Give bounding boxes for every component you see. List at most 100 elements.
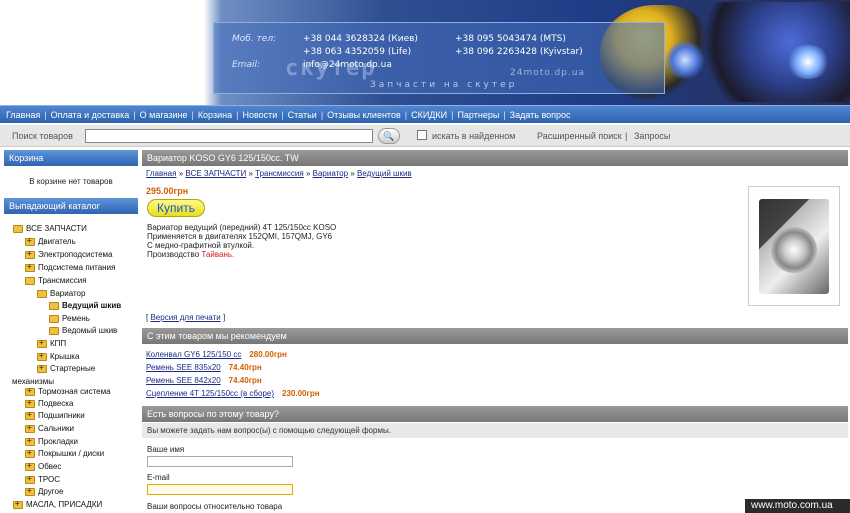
tree-item-seals[interactable]: Сальники [25, 423, 74, 433]
catalog-header: Выпадающий каталог [4, 198, 138, 214]
nav-home[interactable]: Главная [6, 110, 40, 120]
nav-news[interactable]: Новости [242, 110, 277, 120]
phone-label: Моб. тел: [232, 34, 277, 44]
tree-item-variator[interactable]: Вариатор [37, 289, 85, 298]
product-desc-line: С медно-графитной втулкой. [147, 241, 255, 250]
site-tagline: Запчасти на скутер [370, 80, 518, 90]
headlight-glow [665, 40, 705, 80]
site-logo[interactable]: скутер [285, 56, 376, 81]
rec-item: Сцепление 4T 125/150cc (в сборе) 230.00гр… [146, 389, 320, 398]
folder-icon [13, 224, 23, 233]
folder-plus-icon [25, 410, 35, 420]
crumb-transmission[interactable]: Трансмиссия [255, 169, 304, 178]
rec-item-price: 280.00грн [249, 350, 287, 359]
search-icon[interactable]: 🔍 [378, 128, 400, 144]
tree-item-gaskets[interactable]: Прокладки [25, 436, 78, 446]
print-version-link[interactable]: Версия для печати [150, 313, 220, 322]
crumb-variator[interactable]: Вариатор [313, 169, 348, 178]
search-in-found-checkbox[interactable] [417, 130, 427, 140]
rec-item: Коленвал GY6 125/150 cc 280.00грн [146, 350, 287, 359]
folder-plus-icon [25, 486, 35, 496]
search-input[interactable] [85, 129, 373, 143]
tree-item-driven-pulley[interactable]: Ведомый шкив [49, 326, 117, 335]
product-desc-line: Вариатор ведущий (передний) 4T 125/150cc… [147, 223, 337, 232]
tree-item-electrical[interactable]: Электроподсистема [25, 249, 112, 259]
folder-plus-icon [13, 499, 23, 509]
tree-item-starter[interactable]: Стартерные [37, 363, 95, 373]
nav-payment-delivery[interactable]: Оплата и доставка [51, 110, 130, 120]
phone-kiev: +38 044 3628324 (Киев) [303, 34, 418, 44]
tree-item-brakes[interactable]: Тормозная система [25, 386, 111, 396]
cart-header: Корзина [4, 150, 138, 166]
rec-item-price: 74.40грн [228, 376, 262, 385]
email-field-label: E-mail [147, 473, 170, 482]
nav-ask-question[interactable]: Задать вопрос [510, 110, 571, 120]
folder-icon [49, 326, 59, 335]
folder-plus-icon [25, 436, 35, 446]
rec-item-link[interactable]: Коленвал GY6 125/150 cc [146, 350, 241, 359]
search-separator: | [625, 131, 628, 141]
crumb-all-parts[interactable]: ВСЕ ЗАПЧАСТИ [185, 169, 246, 178]
headlight-glow [785, 45, 831, 79]
tree-item-other[interactable]: Другое [25, 486, 63, 496]
header-banner: Моб. тел: Email: +38 044 3628324 (Киев) … [0, 0, 850, 105]
nav-about[interactable]: О магазине [140, 110, 188, 120]
tree-item-all-parts[interactable]: ВСЕ ЗАПЧАСТИ [13, 224, 87, 233]
rec-item-link[interactable]: Ремень SEE 835x20 [146, 363, 221, 372]
recommend-header: С этим товаром мы рекомендуем [142, 328, 848, 344]
print-version: [ Версия для печати ] [146, 313, 226, 322]
tree-item-belt[interactable]: Ремень [49, 314, 90, 323]
crumb-home[interactable]: Главная [146, 169, 176, 178]
product-desc-line: Применяется в двигателях 152QMI, 157QMJ,… [147, 232, 333, 241]
queries-link[interactable]: Запросы [634, 131, 670, 141]
tree-item-fuel-system[interactable]: Подсистема питания [25, 262, 115, 272]
product-origin: Производство Тайвань. [147, 250, 235, 259]
nav-partners[interactable]: Партнеры [457, 110, 499, 120]
rec-item-link[interactable]: Ремень SEE 842x20 [146, 376, 221, 385]
rec-item: Ремень SEE 842x20 74.40грн [146, 376, 262, 385]
name-input[interactable] [147, 456, 293, 467]
buy-button[interactable]: Купить [147, 199, 205, 217]
rec-item-link[interactable]: Сцепление 4T 125/150cc (в сборе) [146, 389, 274, 398]
tree-item-cable[interactable]: ТРОС [25, 474, 60, 484]
question-header: Есть вопросы по этому товару? [142, 406, 848, 422]
nav-discounts[interactable]: СКИДКИ [411, 110, 447, 120]
phone-mts: +38 095 5043474 (MTS) [455, 34, 566, 44]
watermark: www.moto.com.ua [745, 499, 850, 513]
tree-item-body-kit[interactable]: Обвес [25, 461, 61, 471]
breadcrumb: Главная » ВСЕ ЗАПЧАСТИ » Трансмиссия » В… [146, 169, 412, 178]
tree-item-gearbox[interactable]: КПП [37, 338, 66, 348]
tree-item-transmission[interactable]: Трансмиссия [25, 276, 87, 285]
tree-item-drive-pulley[interactable]: Ведущий шкив [49, 301, 121, 310]
nav-articles[interactable]: Статьи [288, 110, 317, 120]
crumb-drive-pulley[interactable]: Ведущий шкив [357, 169, 412, 178]
tree-item-tires[interactable]: Покрышки / диски [25, 448, 104, 458]
folder-plus-icon [25, 249, 35, 259]
name-label: Ваше имя [147, 445, 185, 454]
search-in-found-label: искать в найденном [432, 131, 516, 141]
tree-item-cover[interactable]: Крышка [37, 351, 79, 361]
folder-plus-icon [25, 461, 35, 471]
email-field[interactable] [147, 484, 293, 495]
advanced-search-link[interactable]: Расширенный поиск [537, 131, 622, 141]
product-price: 295.00грн [146, 186, 189, 196]
tree-item-starter-continued[interactable]: механизмы [12, 377, 54, 386]
site-url-text: 24moto.dp.ua [510, 68, 585, 78]
nav-reviews[interactable]: Отзывы клиентов [327, 110, 401, 120]
nav-cart[interactable]: Корзина [198, 110, 232, 120]
tree-item-bearings[interactable]: Подшипники [25, 410, 85, 420]
question-label: Ваши вопросы относительно товара [147, 502, 283, 511]
main-nav: Главная | Оплата и доставка | О магазине | … [0, 105, 850, 123]
product-image[interactable] [748, 186, 840, 306]
tree-item-engine[interactable]: Двигатель [25, 236, 76, 246]
rec-item-price: 74.40грн [228, 363, 262, 372]
folder-plus-icon [25, 448, 35, 458]
folder-plus-icon [37, 338, 47, 348]
folder-plus-icon [25, 398, 35, 408]
search-label: Поиск товаров [12, 131, 73, 141]
tree-item-suspension[interactable]: Подвеска [25, 398, 73, 408]
rec-item-price: 230.00грн [282, 389, 320, 398]
folder-plus-icon [37, 351, 47, 361]
folder-plus-icon [25, 386, 35, 396]
tree-item-oils[interactable]: МАСЛА, ПРИСАДКИ [13, 499, 102, 509]
